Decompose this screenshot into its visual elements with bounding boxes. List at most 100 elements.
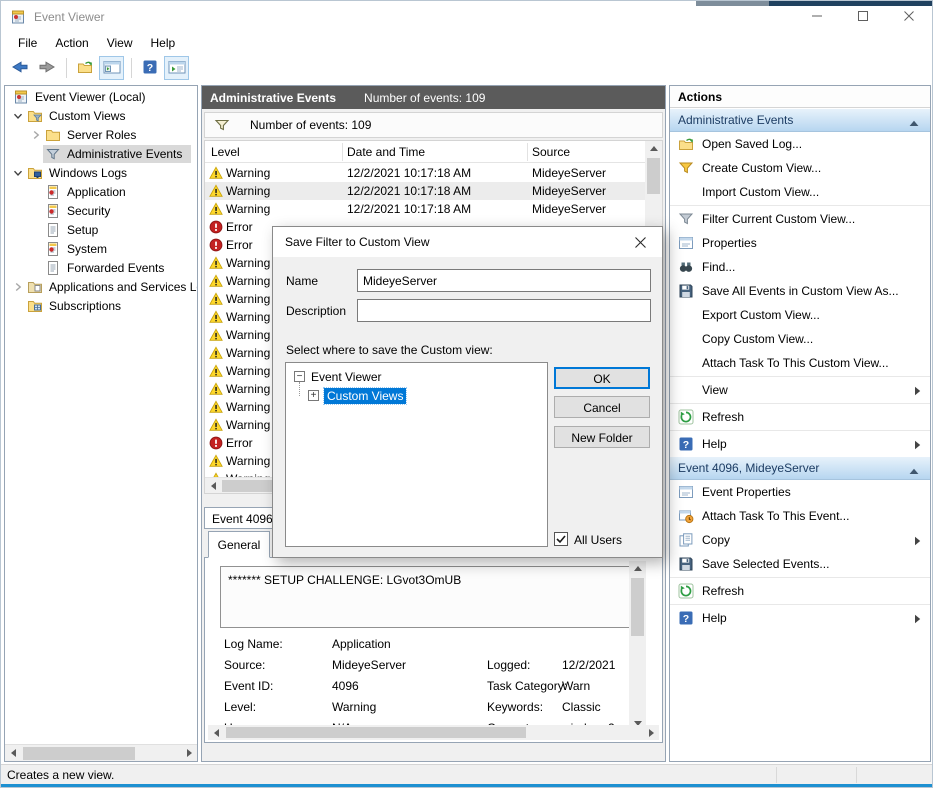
dialog-close-button[interactable] bbox=[624, 230, 656, 254]
sidebar-item-label: Custom Views bbox=[49, 109, 125, 123]
forward-button[interactable] bbox=[34, 56, 59, 80]
actions-section-event-4096-mideyeserver[interactable]: Event 4096, MideyeServer bbox=[670, 457, 930, 480]
all-users-checkbox[interactable] bbox=[554, 532, 568, 546]
detail-vertical-scrollbar[interactable] bbox=[629, 561, 646, 731]
console-tree-toggle-button[interactable] bbox=[99, 56, 124, 80]
sidebar-item-applications-and-services-lo[interactable]: Applications and Services Lo bbox=[5, 278, 197, 297]
action-event-properties[interactable]: Event Properties bbox=[670, 480, 930, 504]
scroll-left-icon[interactable] bbox=[208, 725, 225, 740]
description-field[interactable] bbox=[357, 299, 651, 322]
expand-expander-icon[interactable]: + bbox=[308, 390, 319, 401]
sidebar-item-setup[interactable]: Setup bbox=[5, 221, 197, 240]
column-level[interactable]: Level bbox=[211, 145, 240, 159]
sidebar-item-server-roles[interactable]: Server Roles bbox=[5, 126, 197, 145]
sidebar-item-windows-logs[interactable]: Windows Logs bbox=[5, 164, 197, 183]
event-row[interactable]: Warning12/2/2021 10:17:18 AMMideyeServer bbox=[205, 200, 645, 218]
action-properties[interactable]: Properties bbox=[670, 231, 930, 255]
scroll-left-icon[interactable] bbox=[205, 478, 222, 493]
detail-horizontal-scrollbar[interactable] bbox=[208, 725, 659, 740]
sidebar-item-subscriptions[interactable]: Subscriptions bbox=[5, 297, 197, 316]
sidebar-item-label: Applications and Services Lo bbox=[49, 280, 197, 294]
action-view[interactable]: View bbox=[670, 378, 930, 402]
event-row[interactable]: Warning12/2/2021 10:17:18 AMMideyeServer bbox=[205, 182, 645, 200]
tab-general[interactable]: General bbox=[208, 531, 270, 558]
event-row[interactable]: Warning12/2/2021 10:17:18 AMMideyeServer bbox=[205, 164, 645, 182]
action-save-all-events-in-custom-view-as[interactable]: Save All Events in Custom View As... bbox=[670, 279, 930, 303]
scroll-thumb[interactable] bbox=[647, 158, 660, 194]
sidebar-item-custom-views[interactable]: Custom Views bbox=[5, 107, 197, 126]
event-date: 12/2/2021 10:17:18 AM bbox=[347, 184, 471, 198]
scroll-thumb[interactable] bbox=[631, 578, 644, 636]
forward-arrow-icon bbox=[37, 57, 57, 80]
action-copy[interactable]: Copy bbox=[670, 528, 930, 552]
action-copy-custom-view[interactable]: Copy Custom View... bbox=[670, 327, 930, 351]
open-saved-log-button[interactable] bbox=[72, 56, 97, 80]
dialog-tree-item-event-viewer[interactable]: Event Viewer bbox=[311, 370, 381, 384]
collapse-arrow-icon[interactable] bbox=[909, 116, 919, 130]
column-divider[interactable] bbox=[527, 143, 528, 161]
sidebar-item-label: Subscriptions bbox=[49, 299, 121, 313]
new-folder-button[interactable]: New Folder bbox=[554, 426, 650, 448]
action-attach-task-to-this-event[interactable]: Attach Task To This Event... bbox=[670, 504, 930, 528]
action-find[interactable]: Find... bbox=[670, 255, 930, 279]
menu-view[interactable]: View bbox=[98, 32, 142, 54]
dialog-tree-item-custom-views[interactable]: Custom Views bbox=[324, 388, 406, 404]
cancel-button[interactable]: Cancel bbox=[554, 396, 650, 418]
action-pane-toggle-button[interactable] bbox=[164, 56, 189, 80]
separator bbox=[670, 430, 930, 431]
action-export-custom-view[interactable]: Export Custom View... bbox=[670, 303, 930, 327]
chevron-right-icon[interactable] bbox=[11, 280, 25, 294]
maximize-button[interactable] bbox=[840, 1, 886, 31]
action-label: Find... bbox=[702, 260, 735, 274]
sidebar-horizontal-scrollbar[interactable] bbox=[5, 744, 197, 761]
event-level: Warning bbox=[226, 364, 270, 378]
action-filter-current-custom-view[interactable]: Filter Current Custom View... bbox=[670, 207, 930, 231]
scroll-thumb[interactable] bbox=[226, 727, 526, 738]
action-help[interactable]: ?Help bbox=[670, 606, 930, 630]
menu-file[interactable]: File bbox=[9, 32, 46, 54]
menu-action[interactable]: Action bbox=[46, 32, 97, 54]
name-field[interactable] bbox=[357, 269, 651, 292]
warning-icon bbox=[209, 202, 223, 216]
scroll-up-icon[interactable] bbox=[629, 561, 646, 577]
action-attach-task-to-this-custom-view[interactable]: Attach Task To This Custom View... bbox=[670, 351, 930, 375]
column-divider[interactable] bbox=[342, 143, 343, 161]
scroll-right-icon[interactable] bbox=[180, 745, 197, 761]
events-count: Number of events: 109 bbox=[364, 91, 485, 105]
sidebar-item-security[interactable]: Security bbox=[5, 202, 197, 221]
scroll-left-icon[interactable] bbox=[5, 745, 22, 761]
event-message: ******* SETUP CHALLENGE: LGvot3OmUB bbox=[220, 566, 632, 628]
column-date[interactable]: Date and Time bbox=[347, 145, 425, 159]
menu-help[interactable]: Help bbox=[142, 32, 185, 54]
scroll-up-icon[interactable] bbox=[645, 141, 662, 157]
scroll-right-icon[interactable] bbox=[642, 725, 659, 740]
action-import-custom-view[interactable]: Import Custom View... bbox=[670, 180, 930, 204]
actions-section-administrative-events[interactable]: Administrative Events bbox=[670, 109, 930, 132]
chevron-down-icon[interactable] bbox=[11, 166, 25, 180]
chevron-right-icon[interactable] bbox=[29, 128, 43, 142]
action-help[interactable]: ?Help bbox=[670, 432, 930, 456]
chevron-down-icon[interactable] bbox=[11, 109, 25, 123]
scroll-thumb[interactable] bbox=[23, 747, 135, 760]
sidebar-item-system[interactable]: System bbox=[5, 240, 197, 259]
ok-button[interactable]: OK bbox=[554, 367, 650, 389]
collapse-expander-icon[interactable]: − bbox=[294, 371, 305, 382]
action-refresh[interactable]: Refresh bbox=[670, 579, 930, 603]
action-open-saved-log[interactable]: Open Saved Log... bbox=[670, 132, 930, 156]
column-source[interactable]: Source bbox=[532, 145, 570, 159]
action-create-custom-view[interactable]: Create Custom View... bbox=[670, 156, 930, 180]
find-icon bbox=[678, 259, 694, 275]
minimize-button[interactable] bbox=[794, 1, 840, 31]
close-button[interactable] bbox=[886, 1, 932, 31]
back-button[interactable] bbox=[7, 56, 32, 80]
sidebar-item-application[interactable]: Application bbox=[5, 183, 197, 202]
collapse-arrow-icon[interactable] bbox=[909, 464, 919, 478]
titlebar: Event Viewer bbox=[1, 6, 932, 31]
sidebar-item-administrative-events[interactable]: Administrative Events bbox=[5, 145, 197, 164]
window-controls bbox=[794, 1, 932, 31]
action-refresh[interactable]: Refresh bbox=[670, 405, 930, 429]
sidebar-item-event-viewer-local[interactable]: Event Viewer (Local) bbox=[5, 88, 197, 107]
help-button[interactable]: ? bbox=[137, 56, 162, 80]
action-save-selected-events[interactable]: Save Selected Events... bbox=[670, 552, 930, 576]
sidebar-item-forwarded-events[interactable]: Forwarded Events bbox=[5, 259, 197, 278]
